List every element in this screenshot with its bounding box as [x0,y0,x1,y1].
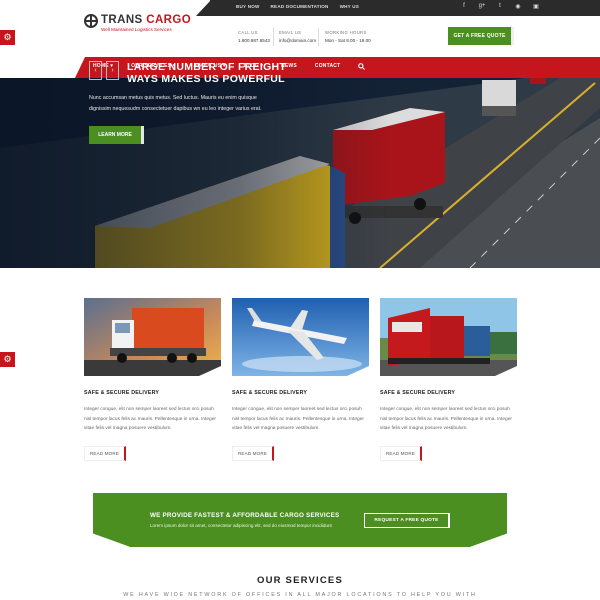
divider [318,28,319,46]
feature-text: Integer congue, elit non semper laoreet … [84,407,216,432]
settings-gear-icon[interactable]: ⚙ [0,352,15,367]
hero-description: Nunc accumsan metus quis metus. Sed luct… [89,93,329,115]
settings-gear-icon[interactable]: ⚙ [0,30,15,45]
slider-next-button[interactable]: › [106,61,119,80]
working-hours-value: Mon - Sat 8.00 - 19.00 [325,38,371,43]
working-hours-label: WORKING HOURS [325,30,367,35]
feature-title: SAFE & SECURE DELIVERY [84,390,160,396]
airplane-image [232,298,369,376]
twitter-icon[interactable]: t [496,3,504,10]
topbar-links: BUY NOW READ DOCUMENTATION WHY US [236,4,359,9]
image-corner [495,366,517,376]
topbar-corner [196,0,211,16]
read-more-button[interactable]: READ MORE [232,445,274,461]
feature-card: SAFE & SECURE DELIVERY Integer congue, e… [380,298,517,461]
truck-illustration [84,298,221,376]
image-corner [199,366,221,376]
email-us-value[interactable]: info@domain.com [279,38,316,43]
train-illustration [380,298,517,376]
hero-text-line: dignissim nequesudm consectetuer dapibus… [89,106,262,112]
get-free-quote-button[interactable]: GET A FREE QUOTE [448,27,514,45]
truck-image [84,298,221,376]
train-image [380,298,517,376]
dribbble-icon[interactable]: ◉ [514,3,522,10]
email-us-info: EMAIL US info@domain.com [279,30,316,43]
read-more-button[interactable]: READ MORE [84,445,126,461]
topbar-link-why-us[interactable]: WHY US [340,4,360,9]
brand-name-part1: TRANS [101,14,143,26]
instagram-icon[interactable]: ▣ [532,3,540,10]
feature-card: SAFE & SECURE DELIVERY Integer congue, e… [84,298,221,461]
hero-title-line: WAYS MAKES US POWERFUL [127,73,285,85]
social-links: f g+ t ◉ ▣ [460,3,540,10]
hero-title-line: LARGE NUMBER OF FREIGHT [127,61,287,73]
feature-card: SAFE & SECURE DELIVERY Integer congue, e… [232,298,369,461]
call-us-info: CALL US 1.800.987.6543 [238,30,270,43]
brand-name-part2: CARGO [146,14,192,26]
facebook-icon[interactable]: f [460,3,468,10]
cta-subtitle: Lorem ipsum dolor sit amet, consectetur … [150,523,332,528]
feature-title: SAFE & SECURE DELIVERY [232,390,308,396]
request-quote-button[interactable]: REQUEST A FREE QUOTE [364,513,450,528]
feature-title: SAFE & SECURE DELIVERY [380,390,456,396]
slider-prev-button[interactable]: ‹ [89,61,102,80]
read-more-button[interactable]: READ MORE [380,445,422,461]
feature-text: Integer congue, elit non semper laoreet … [380,407,512,432]
search-icon[interactable] [358,63,366,72]
topbar-link-buy-now[interactable]: BUY NOW [236,4,260,9]
call-us-value: 1.800.987.6543 [238,38,270,43]
email-us-label: EMAIL US [279,30,302,35]
hero-text-line: Nunc accumsan metus quis metus. Sed luct… [89,95,257,101]
call-us-label: CALL US [238,30,258,35]
divider [273,28,274,46]
feature-text: Integer congue, elit non semper laoreet … [232,407,364,432]
globe-logo-icon[interactable] [84,14,98,28]
services-heading: OUR SERVICES [256,575,344,586]
topbar-link-documentation[interactable]: READ DOCUMENTATION [271,4,329,9]
google-plus-icon[interactable]: g+ [478,3,486,10]
cta-title: WE PROVIDE FASTEST & AFFORDABLE CARGO SE… [150,512,340,519]
learn-more-button[interactable]: LEARN MORE [89,126,144,144]
services-subheading: WE HAVE WIDE NETWORK OF OFFICES IN ALL M… [123,592,477,598]
image-corner [347,366,369,376]
navbar-corner [75,57,85,78]
hero-title: LARGE NUMBER OF FREIGHT WAYS MAKES US PO… [127,61,327,85]
airplane-illustration [232,298,369,376]
brand-tagline: Well Maintained Logistics Services [101,27,172,32]
working-hours-info: WORKING HOURS Mon - Sat 8.00 - 19.00 [325,30,371,43]
brand-logo[interactable]: TRANS CARGO [101,14,191,26]
